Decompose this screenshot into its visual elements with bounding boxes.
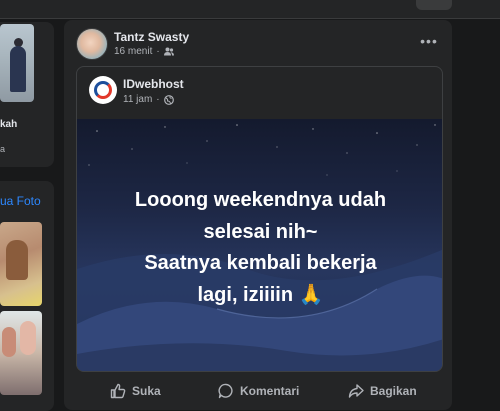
photo-person <box>6 240 28 280</box>
logo-mark <box>94 81 112 99</box>
comment-label: Komentari <box>240 384 300 398</box>
like-label: Suka <box>132 384 161 398</box>
banner-line: Looong weekendnya udah <box>134 189 387 211</box>
dot-separator: · <box>156 46 160 57</box>
share-button[interactable]: Bagikan <box>348 380 417 402</box>
post-banner-image[interactable]: Looong weekendnya udah selesai nih~ Saat… <box>77 119 442 371</box>
shared-post-timestamp[interactable]: 11 jam <box>123 94 152 105</box>
photo-person <box>20 321 36 355</box>
shared-post-meta: 11 jam · <box>123 94 174 105</box>
post-meta: 16 menit · <box>114 46 174 57</box>
post-timestamp[interactable]: 16 menit <box>114 46 152 57</box>
see-all-photos-link[interactable]: ua Foto <box>0 194 41 208</box>
left-card-text: kah <box>0 119 18 130</box>
post-actions: Suka Komentari Bagikan <box>64 376 452 406</box>
photo-thumbnail[interactable] <box>0 222 42 306</box>
banner-line: selesai nih~ <box>203 220 318 243</box>
banner-caption: Looong weekendnya udah selesai nih~ Saat… <box>77 185 442 311</box>
left-card-subtext: a <box>0 144 6 154</box>
globe-icon <box>163 94 174 105</box>
page-logo-icon[interactable] <box>89 76 117 104</box>
shared-page-name[interactable]: IDwebhost <box>123 77 184 91</box>
top-bar <box>0 0 500 19</box>
profile-photo[interactable] <box>0 24 34 102</box>
friends-icon <box>163 47 174 56</box>
banner-line: lagi, iziiiin 🙏 <box>197 283 324 306</box>
dot-separator: · <box>156 94 160 105</box>
shared-post[interactable]: IDwebhost 11 jam · Looong weekendnya uda… <box>76 66 443 372</box>
photo-person-body <box>10 46 26 92</box>
like-button[interactable]: Suka <box>110 380 161 402</box>
photo-person <box>2 327 16 357</box>
banner-line: Saatnya kembali bekerja <box>144 252 377 274</box>
more-options-icon[interactable]: ••• <box>419 32 439 50</box>
top-bar-button[interactable] <box>416 0 452 10</box>
comment-button[interactable]: Komentari <box>218 380 299 402</box>
feed-post: Tantz Swasty 16 menit · ••• IDwebhost 11… <box>64 20 452 410</box>
post-author-name[interactable]: Tantz Swasty <box>114 30 189 44</box>
photo-thumbnail[interactable] <box>0 311 42 395</box>
left-profile-card[interactable] <box>0 22 54 167</box>
author-avatar[interactable] <box>76 28 108 60</box>
share-label: Bagikan <box>370 384 417 398</box>
